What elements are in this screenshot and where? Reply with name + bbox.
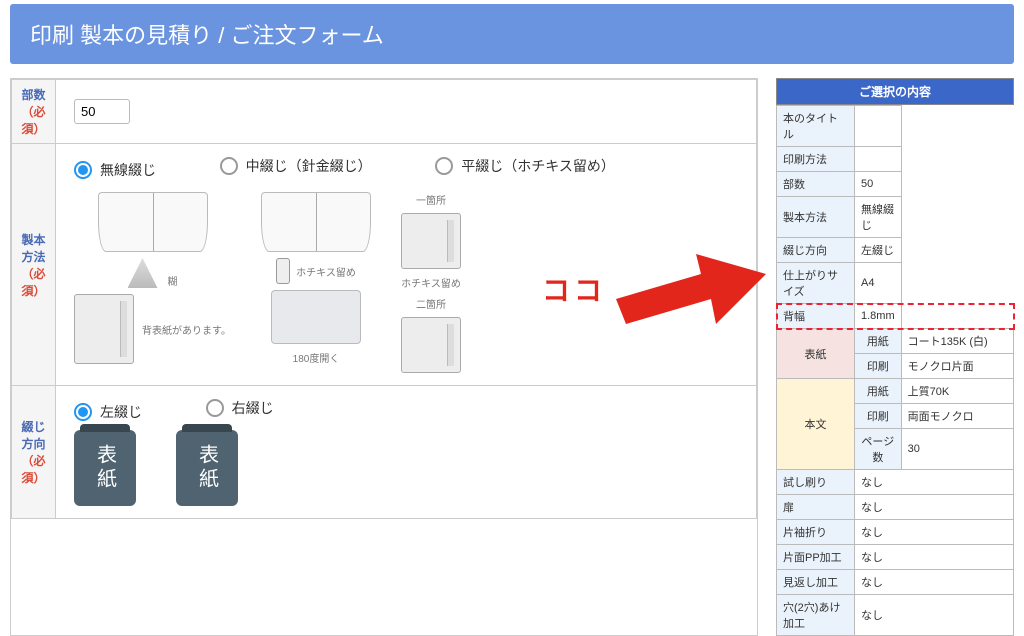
summary-row: 仕上がりサイズA4: [777, 263, 1014, 304]
book-open-icon: [98, 192, 208, 252]
quantity-input[interactable]: [74, 99, 130, 124]
summary-row: 部数50: [777, 172, 1014, 197]
radio-icon: [74, 161, 92, 179]
summary-row: 見返し加工なし: [777, 570, 1014, 595]
section-label-quantity: 部数 （必須）: [12, 80, 56, 144]
book-open-icon: [261, 192, 371, 252]
summary-title: ご選択の内容: [776, 78, 1014, 105]
summary-row: 片袖折りなし: [777, 520, 1014, 545]
section-label-binding: 製本方法 （必須）: [12, 144, 56, 386]
summary-row: 片面PP加工なし: [777, 545, 1014, 570]
book-spread-icon: [271, 290, 361, 344]
direction-option-0[interactable]: 左綴じ: [74, 402, 142, 422]
summary-row: 製本方法無線綴じ: [777, 197, 1014, 238]
summary-row: 本文 用紙 上質70K: [777, 379, 1014, 404]
radio-icon: [206, 399, 224, 417]
summary-row: 扉なし: [777, 495, 1014, 520]
binding-illustrations: 糊 背表紙があります。 ホチキス留め: [74, 192, 738, 373]
radio-icon: [220, 157, 238, 175]
binding-option-1[interactable]: 中綴じ（針金綴じ）: [220, 156, 372, 176]
summary-row: 表紙 用紙 コート135K (白): [777, 329, 1014, 354]
direction-option-1[interactable]: 右綴じ: [206, 398, 274, 418]
book-closed-icon: [401, 213, 461, 269]
summary-row: 印刷方法: [777, 147, 1014, 172]
glue-icon: [128, 258, 158, 288]
binding-option-0[interactable]: 無線綴じ: [74, 160, 156, 180]
book-closed-icon: [401, 317, 461, 373]
summary-panel: ご選択の内容 本のタイトル 印刷方法 部数50 製本方法無線綴じ 綴じ方向左綴じ…: [776, 78, 1014, 636]
binding-option-2[interactable]: 平綴じ（ホチキス留め）: [435, 156, 615, 176]
book-left-bind-icon: 表紙: [74, 430, 136, 506]
summary-row: 綴じ方向左綴じ: [777, 238, 1014, 263]
radio-icon: [74, 403, 92, 421]
section-label-direction: 綴じ方向 （必須）: [12, 386, 56, 519]
book-closed-icon: [74, 294, 134, 364]
summary-row: 穴(2穴)あけ加工なし: [777, 595, 1014, 636]
radio-icon: [435, 157, 453, 175]
order-form: 部数 （必須） 製本方法 （必須） 無線綴じ: [10, 78, 758, 636]
summary-row: 試し刷りなし: [777, 470, 1014, 495]
staple-icon: [276, 258, 290, 284]
summary-row-spine: 背幅 1.8mm: [777, 304, 1014, 329]
book-right-bind-icon: 表紙: [176, 430, 238, 506]
summary-row: 本のタイトル: [777, 106, 1014, 147]
page-title: 印刷 製本の見積り / ご注文フォーム: [10, 4, 1014, 64]
